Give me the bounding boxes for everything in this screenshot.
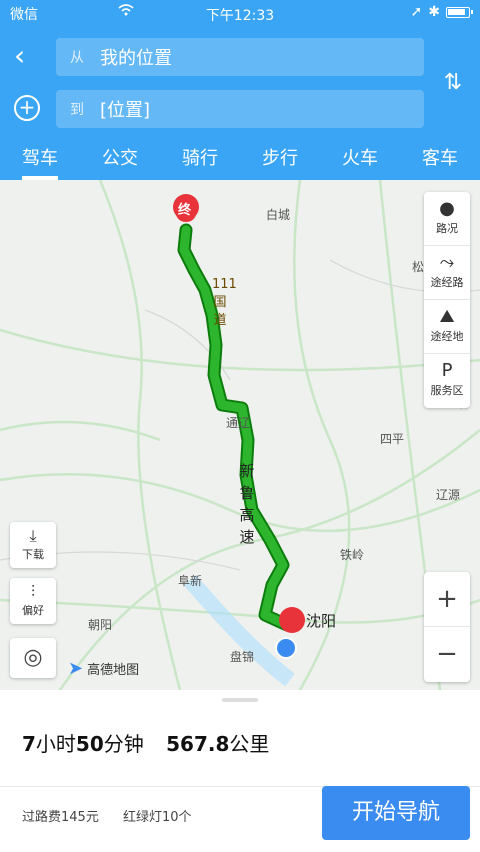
waypoint-place-icon: ⛰ [439, 306, 455, 327]
waypoint-place-label: 途经地 [430, 330, 464, 343]
end-marker-label: 终 [178, 203, 192, 218]
amap-logo-text: 高德地图 [87, 663, 140, 678]
waypoint-road-icon: ⤳ [439, 252, 455, 273]
waypoint-road-button[interactable]: ⤳ 途经路 [424, 246, 470, 300]
duration-hours-unit: 小时 [35, 732, 76, 756]
service-area-button[interactable]: P 服务区 [424, 354, 470, 408]
preference-button[interactable]: ⫶ 偏好 [10, 578, 56, 624]
duration-minutes-unit: 分钟 [103, 732, 144, 756]
traffic-label: 路况 [436, 222, 458, 235]
to-prefix: 到 [70, 102, 84, 118]
route-label-111: 111国道 [212, 277, 237, 328]
place-fuxin: 阜新 [178, 574, 203, 588]
toll-info: 过路费145元 [22, 810, 99, 825]
place-panjin: 盘锦 [230, 650, 255, 664]
map-canvas [0, 180, 480, 690]
zoom-in-button[interactable]: + [424, 572, 470, 627]
add-waypoint-button[interactable]: + [14, 95, 40, 121]
duration-hours: 7 [22, 732, 36, 756]
map-view[interactable]: 终 白城 松 长春 通辽 四平 辽源 铁岭 阜新 沈阳 朝阳 盘锦 111国道 … [0, 180, 480, 690]
battery-icon [446, 6, 473, 18]
tab-bike[interactable]: 骑行 [160, 138, 240, 180]
download-label: 下载 [22, 548, 44, 561]
to-field[interactable]: 到 [位置] [56, 90, 424, 128]
duration-minutes: 50 [75, 732, 104, 756]
preference-label: 偏好 [22, 604, 44, 617]
route-meta: 过路费145元 红绿灯10个 [22, 806, 192, 825]
start-navigation-button[interactable]: 开始导航 [322, 786, 470, 840]
place-baicheng: 白城 [266, 208, 291, 222]
clock: 下午12:33 [205, 8, 275, 24]
swap-button[interactable]: ⇅ [438, 70, 468, 100]
tab-train[interactable]: 火车 [320, 138, 400, 180]
place-shenyang: 沈阳 [306, 612, 337, 630]
route-label-xinlu: 新鲁高速 [239, 462, 255, 546]
waypoint-road-label: 途经路 [430, 276, 464, 289]
place-chaoyang: 朝阳 [88, 618, 113, 632]
download-button[interactable]: ⤓ 下载 [10, 522, 56, 568]
from-prefix: 从 [70, 50, 84, 66]
route-summary-sheet: 7小时50分钟 567.8公里 过路费145元 红绿灯10个 开始导航 [0, 690, 480, 852]
zoom-out-button[interactable]: − [424, 627, 470, 682]
locate-button[interactable]: ◎ [10, 638, 56, 678]
sliders-icon: ⫶ [30, 582, 35, 601]
download-icon: ⤓ [29, 526, 37, 545]
distance-unit: 公里 [229, 732, 270, 756]
locate-icon: ◎ [23, 645, 43, 670]
tab-walk[interactable]: 步行 [240, 138, 320, 180]
amap-logo: ➤ 高德地图 [68, 658, 139, 679]
traffic-lights-info: 红绿灯10个 [122, 810, 192, 825]
waypoint-place-button[interactable]: ⛰ 途经地 [424, 300, 470, 354]
tab-coach[interactable]: 客车 [400, 138, 480, 180]
traffic-button[interactable]: ● 路况 [424, 192, 470, 246]
location-arrow-icon: ➚ [410, 4, 423, 20]
place-siping: 四平 [380, 432, 405, 446]
traffic-icon: ● [439, 198, 455, 219]
route-header: 微信 下午12:33 ➚ ✱ ‹ 从 我的位置 + 到 [位置] ⇅ 驾车 公交… [0, 0, 480, 180]
destination-pin [279, 607, 305, 633]
place-liaoyuan: 辽源 [436, 488, 461, 502]
tab-drive[interactable]: 驾车 [0, 138, 80, 180]
map-layer-panel: ● 路况 ⤳ 途经路 ⛰ 途经地 P 服务区 [424, 192, 470, 408]
service-area-label: 服务区 [430, 384, 464, 397]
from-field[interactable]: 从 我的位置 [56, 38, 424, 76]
place-tieling: 铁岭 [340, 548, 365, 562]
status-icons: ➚ ✱ [410, 4, 473, 20]
zoom-control: + − [424, 572, 470, 682]
place-song: 松 [412, 260, 425, 274]
route-summary: 7小时50分钟 567.8公里 [22, 728, 269, 757]
status-bar: 微信 下午12:33 ➚ ✱ [0, 0, 480, 28]
back-button[interactable]: ‹ [14, 42, 40, 72]
amap-logo-icon: ➤ [68, 658, 84, 679]
tab-transit[interactable]: 公交 [80, 138, 160, 180]
sheet-handle[interactable] [222, 698, 258, 702]
transport-tabs: 驾车 公交 骑行 步行 火车 客车 [0, 138, 480, 180]
place-tongliao: 通辽 [226, 416, 251, 430]
to-value: [位置] [100, 100, 151, 121]
service-area-icon: P [441, 360, 453, 381]
start-point [275, 637, 297, 659]
distance-value: 567.8 [166, 732, 230, 756]
bluetooth-icon: ✱ [428, 4, 440, 20]
from-value: 我的位置 [100, 48, 172, 69]
